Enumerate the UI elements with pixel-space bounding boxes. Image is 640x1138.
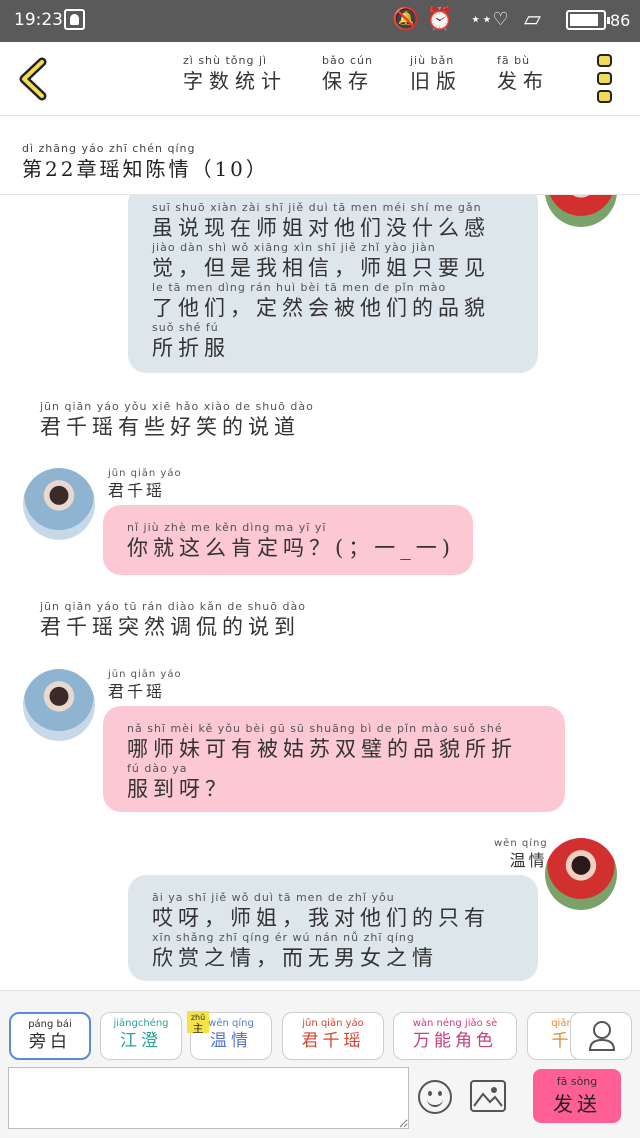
speaker-name: jūn qiān yáo 君千瑶 [108, 467, 182, 501]
character-chip-jiangcheng[interactable]: jiāngchéng 江澄 [100, 1012, 182, 1060]
more-icon[interactable] [596, 54, 616, 104]
save-label: 保存 [322, 69, 374, 93]
narration-pinyin: jūn qiān yáo yǒu xiē hǎo xiào de shuō dà… [40, 400, 314, 413]
speaker-name: jūn qiān yáo 君千瑶 [108, 668, 182, 702]
character-name: 旁白 [29, 1032, 71, 1052]
image-glyph [473, 1087, 503, 1107]
send-button[interactable]: fā sòng 发送 [533, 1069, 621, 1123]
character-chip-junqianyao[interactable]: jūn qiān yáo 君千瑶 [282, 1012, 384, 1060]
chat-bubble[interactable]: nǐ jiù zhè me kěn dìng ma yī yī 你就这么肯定吗？… [103, 505, 473, 575]
bubble-pinyin: āi ya shī jiě wǒ duì tā men de zhǐ yǒu [152, 891, 395, 904]
speaker-name-text: 温情 [509, 851, 548, 870]
badge-text: 主 [192, 1022, 204, 1035]
send-pinyin: fā sòng [556, 1075, 598, 1088]
bubble-pinyin: nǐ jiù zhè me kěn dìng ma yī yī [127, 521, 327, 534]
status-time: 19:23 [14, 10, 63, 30]
word-count-button[interactable]: zì shù tǒng jì 字数统计 [183, 54, 287, 104]
character-chip-universal[interactable]: wàn néng jiǎo sè 万能角色 [393, 1012, 517, 1060]
bubble-text: 觉，但是我相信，师姐只要见 [152, 256, 490, 280]
character-name: 君千瑶 [301, 1031, 365, 1051]
battery-percent: 86 [610, 11, 631, 30]
avatar[interactable] [545, 838, 617, 910]
bubble-text: 你就这么肯定吗？(；一_一) [127, 536, 455, 560]
top-toolbar: zì shù tǒng jì 字数统计 bǎo cún 保存 jiù bǎn 旧… [0, 42, 640, 116]
bubble-pinyin: le tā men dìng rán huì bèi tā men de pǐn… [152, 281, 447, 294]
word-count-label: 字数统计 [183, 69, 287, 93]
bubble-text: 哪师妹可有被姑苏双璧的品貌所折 [127, 737, 517, 761]
bubble-text: 欣赏之情，而无男女之情 [152, 946, 438, 970]
chat-bubble[interactable]: nǎ shī mèi kě yǒu bèi gū sū shuāng bì de… [103, 706, 565, 812]
battery-icon [566, 10, 610, 30]
narration-text: 君千瑶突然调侃的说到 [40, 615, 300, 639]
character-chip-narrator[interactable]: páng bái 旁白 [9, 1012, 91, 1060]
emoji-icon[interactable] [418, 1080, 452, 1114]
bubble-pinyin: suǒ shé fú [152, 321, 219, 334]
speaker-name-text: 君千瑶 [108, 682, 166, 701]
main-character-badge: zhǔ 主 [187, 1011, 209, 1035]
person-button[interactable] [570, 1012, 632, 1060]
bubble-text: 所折服 [152, 336, 230, 360]
chapter-header: dì zhāng yáo zhī chén qíng 第22章瑶知陈情（10） [0, 117, 640, 195]
bubble-text: 哎呀，师姐，我对他们的只有 [152, 906, 490, 930]
bubble-text: 服到呀？ [127, 777, 231, 801]
send-label: 发送 [553, 1092, 601, 1116]
character-name: 万能角色 [413, 1031, 497, 1051]
speaker-name-pinyin: wēn qíng [494, 838, 548, 849]
image-icon[interactable] [470, 1080, 506, 1112]
chat-area[interactable]: suī shuō xiàn zài shī jiě duì tā men méi… [0, 195, 640, 990]
old-version-button[interactable]: jiù bǎn 旧版 [410, 54, 462, 104]
word-count-pinyin: zì shù tǒng jì [183, 54, 268, 67]
person-icon [588, 1021, 616, 1051]
status-bar: 19:23 🔕 ⏰ ⋆⋆♡ ▱ 86 [0, 0, 640, 42]
old-version-label: 旧版 [410, 69, 462, 93]
bubble-text: 了他们，定然会被他们的品貌 [152, 296, 490, 320]
speaker-name-pinyin: jūn qiān yáo [108, 468, 182, 479]
character-name: 江澄 [120, 1031, 162, 1051]
bubble-pinyin: fú dào ya [127, 762, 188, 775]
back-button[interactable] [16, 56, 52, 102]
publish-button[interactable]: fā bù 发布 [497, 54, 549, 104]
save-button[interactable]: bǎo cún 保存 [322, 54, 374, 104]
avatar[interactable] [23, 669, 95, 741]
chat-bubble[interactable]: āi ya shī jiě wǒ duì tā men de zhǐ yǒu 哎… [128, 875, 538, 981]
alarm-icon: ⏰ [426, 7, 454, 32]
mute-icon: 🔕 [392, 7, 420, 32]
signal-icon: ⋆⋆♡ [470, 9, 509, 30]
notification-icon [64, 9, 85, 30]
avatar[interactable] [545, 195, 617, 227]
narration[interactable]: jūn qiān yáo tū rán diào kǎn de shuō dào… [40, 600, 306, 640]
character-pinyin: wàn néng jiǎo sè [412, 1018, 498, 1029]
narration-pinyin: jūn qiān yáo tū rán diào kǎn de shuō dào [40, 600, 306, 613]
speaker-name-pinyin: jūn qiān yáo [108, 669, 182, 680]
publish-pinyin: fā bù [497, 54, 531, 67]
bubble-pinyin: nǎ shī mèi kě yǒu bèi gū sū shuāng bì de… [127, 722, 503, 735]
chapter-title: 第22章瑶知陈情（10） [22, 157, 269, 181]
bubble-pinyin: xīn shǎng zhī qíng ér wú nán nǚ zhī qíng [152, 931, 415, 944]
narration[interactable]: jūn qiān yáo yǒu xiē hǎo xiào de shuō dà… [40, 400, 314, 440]
sim-icon: ▱ [524, 7, 541, 32]
save-pinyin: bǎo cún [322, 54, 373, 67]
character-pinyin: páng bái [28, 1019, 72, 1030]
character-pinyin: jiāngchéng [113, 1018, 169, 1029]
speaker-name: wēn qíng 温情 [494, 837, 548, 871]
message-input[interactable] [8, 1067, 409, 1129]
avatar[interactable] [23, 468, 95, 540]
character-bar: páng bái 旁白 jiāngchéng 江澄 zhǔ 主 wēn qíng… [0, 990, 640, 1064]
publish-label: 发布 [497, 69, 549, 93]
character-pinyin: jūn qiān yáo [302, 1018, 364, 1029]
narration-text: 君千瑶有些好笑的说道 [40, 415, 300, 439]
bubble-pinyin: suī shuō xiàn zài shī jiě duì tā men méi… [152, 201, 482, 214]
input-bar: fā sòng 发送 [0, 1064, 640, 1138]
chevron-left-icon [19, 57, 47, 101]
old-version-pinyin: jiù bǎn [410, 54, 455, 67]
character-chip-wenqing[interactable]: zhǔ 主 wēn qíng 温情 [187, 1011, 272, 1060]
speaker-name-text: 君千瑶 [108, 481, 166, 500]
bubble-text: 虽说现在师姐对他们没什么感 [152, 216, 490, 240]
bubble-pinyin: jiào dàn shì wǒ xiāng xìn shī jiě zhǐ yà… [152, 241, 436, 254]
chat-bubble[interactable]: suī shuō xiàn zài shī jiě duì tā men méi… [128, 195, 538, 373]
